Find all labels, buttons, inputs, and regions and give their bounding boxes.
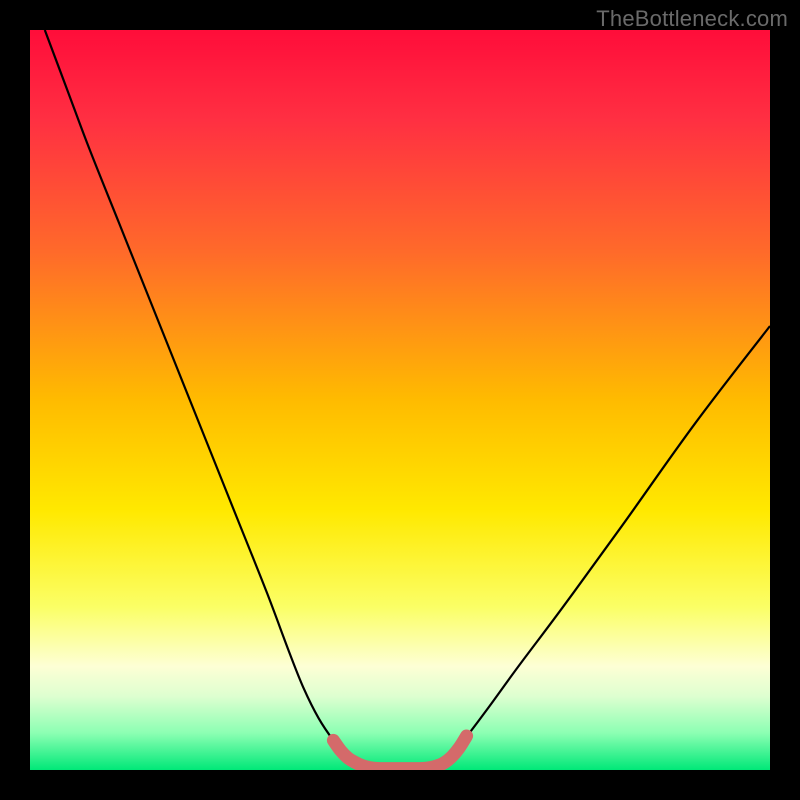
plot-area [30, 30, 770, 770]
gradient-background [30, 30, 770, 770]
watermark-text: TheBottleneck.com [596, 6, 788, 32]
chart-frame: TheBottleneck.com [0, 0, 800, 800]
chart-svg [30, 30, 770, 770]
